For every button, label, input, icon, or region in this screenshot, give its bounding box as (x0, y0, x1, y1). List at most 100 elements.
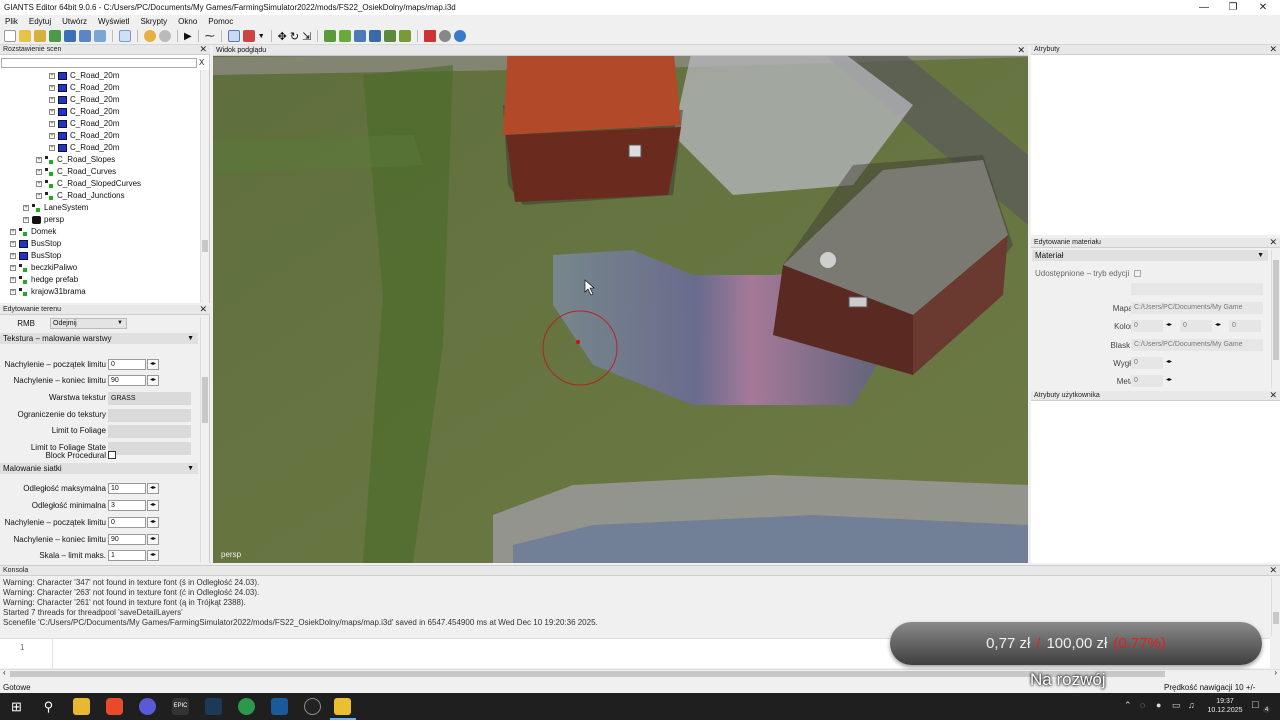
expand-icon[interactable]: + (10, 253, 16, 259)
number-input[interactable]: 90 (108, 375, 146, 386)
close-icon[interactable]: ✕ (199, 304, 207, 314)
steam-icon[interactable] (205, 698, 222, 715)
expand-icon[interactable]: + (49, 109, 55, 115)
chevron-up-icon[interactable]: ⌃ (1124, 700, 1132, 711)
readonly-field[interactable] (108, 425, 191, 438)
close-icon[interactable]: ✕ (1017, 45, 1025, 56)
close-icon[interactable]: ✕ (199, 44, 207, 54)
spin-icon[interactable]: ◂▸ (147, 500, 159, 511)
expand-icon[interactable]: + (23, 205, 29, 211)
speaker-icon[interactable]: ♫ (1188, 700, 1195, 710)
albedo-color-input[interactable]: 0 (1180, 320, 1212, 332)
readonly-field[interactable]: GRASS (108, 392, 191, 405)
section-mesh-paint[interactable]: Malowanie siatki ▼ (0, 463, 198, 474)
menu-help[interactable]: Pomoc (203, 17, 239, 26)
expand-icon[interactable]: + (49, 133, 55, 139)
scale-icon[interactable]: ⇲ (302, 30, 311, 43)
viewport-3d[interactable]: persp (213, 45, 1028, 563)
chevron-left-icon[interactable]: ‹ (3, 668, 6, 677)
camera-path-icon[interactable]: ⁓ (205, 31, 215, 42)
scene-tree-item[interactable]: + BusStop (0, 238, 198, 250)
mesh-paint-icon[interactable] (384, 30, 397, 42)
material-number-input[interactable]: 0 (1131, 375, 1163, 387)
menu-scripts[interactable]: Skrypty (136, 17, 174, 26)
spin-icon[interactable]: ◂▸ (147, 483, 159, 494)
save-icon[interactable] (64, 30, 76, 42)
expand-icon[interactable]: + (36, 169, 42, 175)
expand-icon[interactable]: + (36, 157, 42, 163)
rotate-icon[interactable]: ↻ (290, 30, 299, 43)
decal-paint-icon[interactable] (399, 30, 412, 42)
spin-icon[interactable]: ◂▸ (1166, 358, 1172, 365)
number-input[interactable]: 3 (108, 500, 146, 511)
scene-tree-item[interactable]: + hedge prefab (0, 274, 198, 286)
number-input[interactable]: 90 (108, 534, 146, 545)
save-as-icon[interactable] (79, 30, 91, 42)
block-procedural-checkbox[interactable] (108, 451, 116, 459)
refresh-icon[interactable] (49, 30, 61, 42)
new-file-icon[interactable] (4, 30, 16, 42)
number-input[interactable]: 0 (108, 517, 146, 528)
menu-create[interactable]: Utwórz (57, 17, 93, 26)
select-icon[interactable] (227, 30, 240, 42)
scene-tree-item[interactable]: + C_Road_Junctions (0, 190, 198, 202)
scene-tree-item[interactable]: + C_Road_Curves (0, 166, 198, 178)
menu-file[interactable]: Plik (0, 17, 24, 26)
terrain-sculpt-icon[interactable] (324, 30, 337, 42)
scene-render[interactable] (213, 45, 1028, 563)
expand-icon[interactable]: + (36, 181, 42, 187)
scene-tree-item[interactable]: + Domek (0, 226, 198, 238)
material-scrollbar[interactable] (1271, 250, 1280, 388)
scene-tree-item[interactable]: + BusStop (0, 250, 198, 262)
scene-tree-item[interactable]: + persp (0, 214, 198, 226)
expand-icon[interactable]: + (49, 85, 55, 91)
scene-tree-item[interactable]: + C_Road_SlopedCurves (0, 178, 198, 190)
scene-tree-item[interactable]: + C_Road_20m (0, 142, 198, 154)
scene-tree-item[interactable]: + C_Road_20m (0, 130, 198, 142)
material-value-field[interactable]: C:/Users/PC/Documents/My Game (1131, 302, 1263, 314)
expand-icon[interactable]: + (10, 265, 16, 271)
spin-icon[interactable]: ◂▸ (147, 359, 159, 370)
expand-icon[interactable]: + (49, 121, 55, 127)
scene-tree-item[interactable]: + C_Road_20m (0, 94, 198, 106)
material-value-field[interactable]: C:/Users/PC/Documents/My Game (1131, 339, 1263, 351)
spin-icon[interactable]: ◂▸ (147, 517, 159, 528)
foliage-paint-icon[interactable] (354, 30, 367, 42)
notifications-icon[interactable]: □ (1252, 699, 1259, 711)
expand-icon[interactable]: + (10, 241, 16, 247)
rmb-select[interactable]: Odejmij ▼ (50, 318, 127, 329)
play-icon[interactable]: ▶ (184, 31, 192, 42)
material-dropdown[interactable]: Materiał ▼ (1032, 250, 1268, 261)
open-file-icon[interactable] (19, 30, 31, 42)
scene-tree-item[interactable]: + LaneSystem (0, 202, 198, 214)
expand-icon[interactable]: + (49, 73, 55, 79)
scene-tree-item[interactable]: + C_Road_20m (0, 106, 198, 118)
globe-icon[interactable] (454, 30, 467, 42)
scene-tree-item[interactable]: + beczkiPaliwo (0, 262, 198, 274)
clear-filter-button[interactable]: X (199, 58, 204, 67)
menu-window[interactable]: Okno (173, 17, 203, 26)
redo-icon[interactable] (159, 30, 171, 42)
number-input[interactable]: 0 (108, 359, 146, 370)
spin-icon[interactable]: ◂▸ (1166, 376, 1172, 383)
number-input[interactable]: 10 (108, 483, 146, 494)
brave-browser-icon[interactable] (106, 698, 123, 715)
readonly-field[interactable] (108, 409, 191, 422)
clock[interactable]: 19:37 10.12.2025 (1205, 697, 1245, 715)
scene-scrollbar[interactable] (200, 70, 209, 303)
close-icon[interactable]: ✕ (1269, 44, 1277, 54)
scene-tree-item[interactable]: + C_Road_Slopes (0, 154, 198, 166)
move-icon[interactable]: ✥ (278, 30, 287, 43)
albedo-color-input[interactable]: 0 (1229, 320, 1261, 332)
microphone-icon[interactable]: ● (1156, 700, 1161, 710)
close-icon[interactable]: ✕ (1249, 0, 1277, 15)
expand-icon[interactable]: + (49, 145, 55, 151)
open-recent-icon[interactable] (34, 30, 46, 42)
display-icon[interactable]: ▭ (1172, 700, 1181, 711)
maximize-icon[interactable]: ❐ (1219, 0, 1247, 15)
reload-scene-icon[interactable] (119, 30, 131, 42)
shared-edit-checkbox[interactable] (1133, 270, 1141, 278)
chevron-down-icon[interactable]: ▼ (258, 33, 265, 40)
gear-icon[interactable] (439, 30, 452, 42)
expand-icon[interactable]: + (10, 229, 16, 235)
